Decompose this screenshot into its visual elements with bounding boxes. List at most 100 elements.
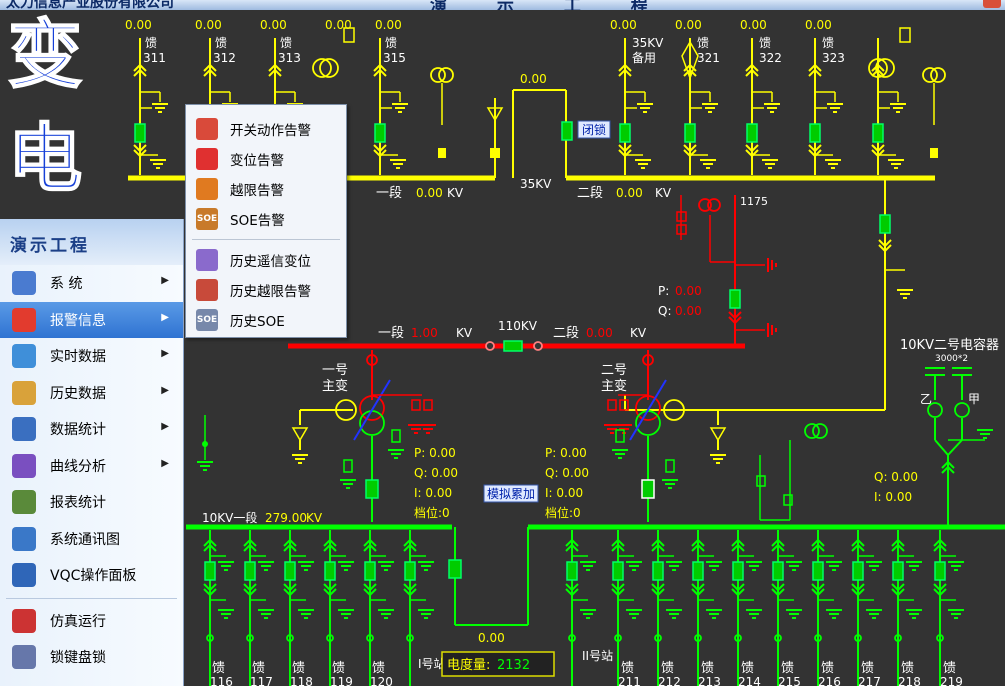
breaker-closed [692, 561, 704, 581]
feeder-10kv-label: 馈 [861, 661, 874, 676]
submenu-item-label: 历史越限告警 [230, 284, 311, 300]
top-value: 0.00 [125, 18, 152, 32]
submenu-item[interactable]: 越限告警 [186, 174, 346, 204]
company-name: 太力信息产业股份有限公司 [6, 0, 174, 10]
fuse-icon [930, 148, 938, 158]
fuse-icon [615, 429, 625, 443]
menu-item-label: 系 统 [50, 276, 83, 293]
submenu-item[interactable]: SOE SOE告警 [186, 204, 346, 234]
cap-right-label: 甲 [968, 392, 980, 406]
top-value: 0.00 [610, 18, 637, 32]
cap-title: 10KV二号电容器 [900, 337, 999, 353]
device [202, 441, 208, 447]
logo-char-2: 电 [7, 116, 83, 202]
close-icon[interactable] [983, 0, 1001, 8]
device [927, 402, 943, 418]
feeder-label: 馈 [145, 36, 157, 50]
menu-item-label: 数据统计 [50, 422, 106, 439]
fuse-icon [783, 494, 793, 506]
feeder-10kv-label: 馈 [621, 661, 634, 676]
breaker-closed [324, 561, 336, 581]
bus110-seg2-unit: KV [630, 326, 647, 340]
breaker-closed [448, 559, 462, 579]
submenu-item[interactable]: 开关动作告警 [186, 114, 346, 144]
submenu-item[interactable]: 变位告警 [186, 144, 346, 174]
feeder-label: 馈 [759, 36, 771, 50]
transformer-icon [707, 198, 721, 212]
menu-item[interactable]: 报表统计 [0, 484, 183, 521]
cap-q: Q: 0.00 [874, 470, 918, 484]
submenu-item[interactable]: SOE 历史SOE [186, 305, 346, 335]
menu-item[interactable]: VQC操作面板 [0, 557, 183, 594]
device [954, 402, 970, 418]
menu-item[interactable]: 系 统 ▶ [0, 265, 183, 302]
feeder-label: 35KV [632, 36, 664, 50]
transformer-icon [430, 67, 446, 83]
in-q-value: 0.00 [675, 304, 702, 318]
bus110-seg1-label: 一段 [378, 326, 404, 341]
feeder-10kv-label: 馈 [741, 661, 754, 676]
simulate-button[interactable]: 模拟累加 [483, 484, 539, 503]
tx1-name: 一号 [322, 363, 348, 378]
menu-item[interactable]: 实时数据 ▶ [0, 338, 183, 375]
feeder-10kv-label: 馈 [943, 661, 956, 676]
top-value: 0.00 [325, 18, 352, 32]
top-value: 0.00 [195, 18, 222, 32]
breaker-closed [812, 561, 824, 581]
feeder-10kv-label: 馈 [212, 661, 225, 676]
breaker-closed [561, 121, 573, 141]
tx1-p: P: 0.00 [414, 446, 456, 460]
transformer-icon [438, 67, 454, 83]
bus10-seg1-value: 279.00 [265, 511, 307, 525]
limit-icon [196, 178, 218, 200]
fuse-icon [411, 399, 421, 411]
menu-item[interactable]: 锁键盘锁 [0, 639, 183, 676]
submenu-arrow-icon: ▶ [161, 311, 169, 323]
history-soe-icon: SOE [196, 309, 218, 331]
simulate-button-label: 模拟累加 [487, 487, 535, 501]
bus35-seg1-value: 0.00 [416, 186, 443, 200]
feeder-10kv-label: 211 [618, 675, 641, 686]
breaker-closed [746, 123, 758, 143]
submenu-item[interactable]: 历史遥信变位 [186, 245, 346, 275]
feeder-10kv-label: 214 [738, 675, 761, 686]
menu-item[interactable]: 曲线分析 ▶ [0, 448, 183, 485]
bus35-seg1-label: 一段 [376, 186, 402, 201]
top-value: 0.00 [675, 18, 702, 32]
menu-item[interactable]: 系统通讯图 [0, 521, 183, 558]
menu-item[interactable]: 历史数据 ▶ [0, 375, 183, 412]
lock-button[interactable]: 闭锁 [577, 120, 611, 139]
feeder-10kv-label: 馈 [701, 661, 714, 676]
simulation-icon [12, 608, 36, 633]
feeder-10kv-label: 馈 [292, 661, 305, 676]
menu-item-label: 仿真运行 [50, 613, 106, 630]
breaker-closed [772, 561, 784, 581]
feeder-label: 馈 [215, 36, 227, 50]
feeder-label: 313 [278, 51, 301, 65]
menu-item-label: 实时数据 [50, 349, 106, 366]
incoming-id: 1175 [740, 195, 768, 208]
network-icon [12, 526, 36, 551]
submenu-item[interactable]: 历史越限告警 [186, 275, 346, 305]
breaker-closed [566, 561, 578, 581]
submenu-arrow-icon: ▶ [161, 348, 169, 359]
alarm-submenu: 开关动作告警 变位告警 越限告警 SOE SOE告警 历史遥信变位历史越限告警 SOE 历史S… [185, 104, 347, 338]
disconnect-icon [291, 427, 309, 442]
feeder-label: 322 [759, 51, 782, 65]
menu-item-label: 锁键盘锁 [50, 650, 106, 667]
feeder-10kv-label: 馈 [661, 661, 674, 676]
submenu-arrow-icon: ▶ [161, 275, 169, 286]
disconnect-icon [709, 427, 727, 442]
bell-icon [12, 307, 36, 332]
bus35-seg2-unit: KV [655, 186, 672, 200]
menu-item[interactable]: 仿真运行 [0, 603, 183, 640]
menu-item[interactable]: 报警信息 ▶ [0, 301, 183, 338]
feeder-label: 备用 [632, 51, 656, 65]
menu-header: 演示工程 [0, 219, 183, 265]
menu-item[interactable]: 数据统计 ▶ [0, 411, 183, 448]
menu-item-label: 曲线分析 [50, 458, 106, 475]
tie-10kv-value: 0.00 [478, 631, 505, 645]
feeder-label: 312 [213, 51, 236, 65]
lock-icon [12, 645, 36, 670]
in-p-label: P: [658, 284, 669, 298]
